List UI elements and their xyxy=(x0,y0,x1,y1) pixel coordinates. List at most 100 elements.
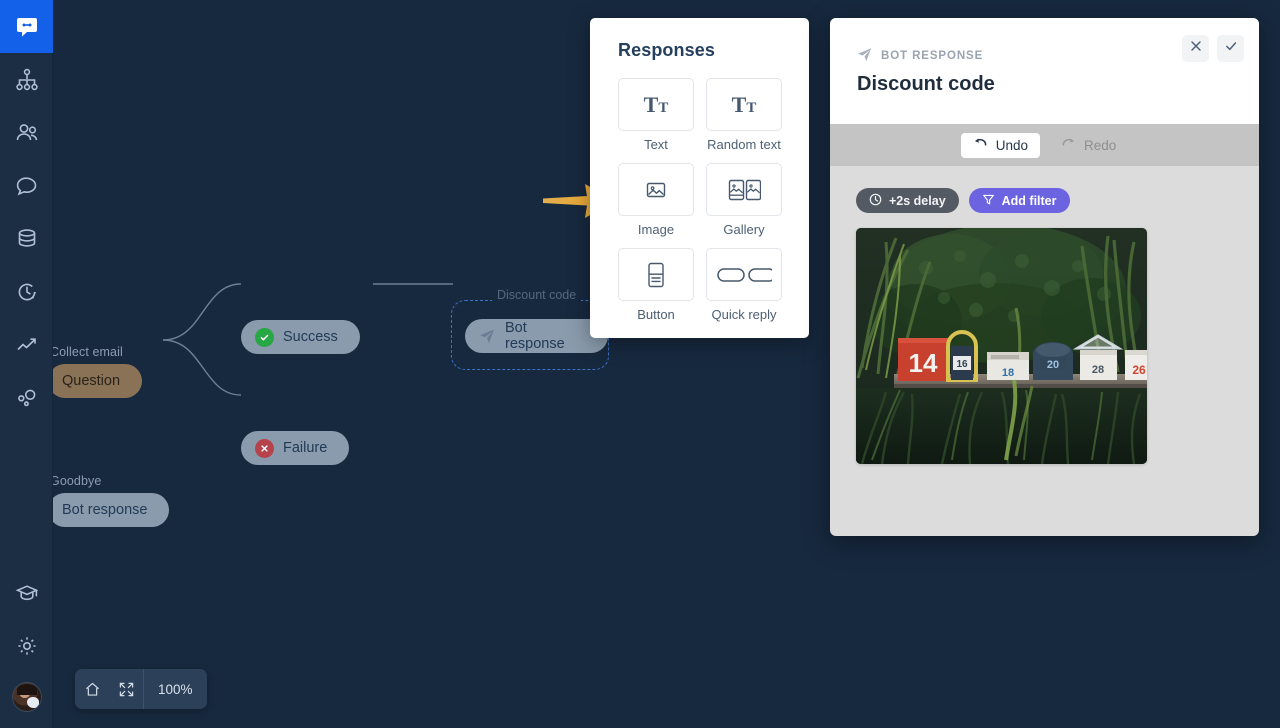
breadcrumb-label: BOT RESPONSE xyxy=(881,50,984,62)
response-type-gallery[interactable]: Gallery xyxy=(706,163,782,237)
sidebar-nav-bottom xyxy=(0,566,53,722)
failure-cross-icon xyxy=(255,438,274,458)
undo-button[interactable]: Undo xyxy=(960,132,1040,158)
speech-bubble-icon xyxy=(14,173,40,199)
sidebar-item-settings[interactable] xyxy=(0,619,53,672)
chat-logo-icon xyxy=(14,14,40,40)
redo-arrow-icon xyxy=(1061,137,1076,153)
node-pill-bot-response[interactable]: Bot response xyxy=(465,319,608,353)
node-pill-label: Success xyxy=(283,329,338,345)
sidebar-item-data[interactable] xyxy=(0,212,53,265)
zoom-level-value[interactable]: 100% xyxy=(143,669,207,709)
mailboxes-photo[interactable]: 14 16 18 20 28 26 xyxy=(856,228,1147,464)
response-type-quick-reply[interactable]: Quick reply xyxy=(706,248,782,322)
node-failure[interactable]: Failure xyxy=(241,431,350,465)
response-type-random-text[interactable]: TT Random text xyxy=(706,78,782,152)
redo-label: Redo xyxy=(1084,137,1117,153)
sidebar-item-analytics[interactable] xyxy=(0,318,53,371)
chips-row: +2s delay Add filter xyxy=(856,188,1233,213)
response-type-label: Random text xyxy=(707,137,781,152)
accept-button[interactable] xyxy=(1217,35,1244,62)
button-icon xyxy=(618,248,694,301)
node-pill-bot-response[interactable]: Bot response xyxy=(53,493,170,527)
page-title: Discount code xyxy=(857,73,995,95)
sidebar-item-academy[interactable] xyxy=(0,566,53,619)
node-pill-success[interactable]: Success xyxy=(241,320,360,354)
avatar[interactable] xyxy=(0,672,53,722)
edit-panel-header: BOT RESPONSE Discount code xyxy=(830,18,1259,124)
left-sidebar xyxy=(0,0,53,728)
success-check-icon xyxy=(255,327,274,347)
trend-up-icon xyxy=(14,332,40,358)
close-button[interactable] xyxy=(1182,35,1209,62)
quick-reply-icon xyxy=(706,248,782,301)
node-collect-email[interactable]: Collect email Question xyxy=(53,345,143,398)
text-icon: TT xyxy=(618,78,694,131)
node-pill-label: Bot response xyxy=(62,502,148,518)
svg-text:16: 16 xyxy=(956,359,968,370)
undo-label: Undo xyxy=(995,137,1028,153)
image-icon xyxy=(618,163,694,216)
close-icon xyxy=(1189,39,1203,58)
undo-arrow-icon xyxy=(973,137,988,153)
undo-redo-toolbar: Undo Redo xyxy=(830,124,1259,166)
gallery-icon xyxy=(706,163,782,216)
node-success[interactable]: Success xyxy=(241,320,360,354)
edit-panel-body: +2s delay Add filter 14 16 18 20 28 26 xyxy=(830,166,1259,464)
paper-plane-icon xyxy=(479,328,495,344)
node-pill-question[interactable]: Question xyxy=(53,364,143,398)
node-pill-failure[interactable]: Failure xyxy=(241,431,350,465)
response-type-label: Quick reply xyxy=(711,307,777,322)
node-pill-label: Question xyxy=(62,373,121,389)
sidebar-nav-top xyxy=(0,0,53,424)
app-root: Collect email Question Success Failure G… xyxy=(0,0,1280,728)
node-group-label: Discount code xyxy=(492,288,582,302)
funnel-icon xyxy=(982,193,995,209)
response-type-text[interactable]: TT Text xyxy=(618,78,694,152)
bot-response-edit-panel: BOT RESPONSE Discount code Undo Redo +2s… xyxy=(830,18,1259,536)
sidebar-item-integrations[interactable] xyxy=(0,371,53,424)
sidebar-item-chats[interactable] xyxy=(0,159,53,212)
database-icon xyxy=(14,226,40,252)
panel-title: Responses xyxy=(618,40,715,60)
svg-text:28: 28 xyxy=(1092,364,1104,376)
node-group-label: Collect email xyxy=(53,345,123,359)
home-icon[interactable] xyxy=(75,669,109,709)
responses-grid: TT Text TT Random text Image Gallery But… xyxy=(618,78,809,322)
node-group-label: Goodbye xyxy=(53,474,102,488)
sitemap-icon xyxy=(14,67,40,93)
node-goodbye[interactable]: Goodbye Bot response xyxy=(53,474,170,527)
redo-button[interactable]: Redo xyxy=(1049,133,1128,158)
clock-icon xyxy=(869,193,882,209)
users-icon xyxy=(14,120,40,146)
sidebar-item-chat[interactable] xyxy=(0,0,53,53)
add-filter-label: Add filter xyxy=(1001,193,1057,208)
check-icon xyxy=(1224,39,1238,58)
response-type-label: Button xyxy=(637,307,675,322)
response-type-image[interactable]: Image xyxy=(618,163,694,237)
avatar-image xyxy=(12,683,41,711)
gear-icon xyxy=(14,633,40,659)
svg-text:26: 26 xyxy=(1132,363,1146,377)
response-type-label: Gallery xyxy=(723,222,765,237)
fit-screen-icon[interactable] xyxy=(109,669,143,709)
node-pill-label: Bot response xyxy=(505,320,565,352)
response-type-button[interactable]: Button xyxy=(618,248,694,322)
add-filter-chip[interactable]: Add filter xyxy=(968,188,1070,213)
node-pill-label: Failure xyxy=(283,440,328,456)
delay-chip-label: +2s delay xyxy=(889,193,946,208)
paper-plane-icon xyxy=(857,47,872,65)
zoom-toolbar: 100% xyxy=(75,669,207,709)
response-type-label: Image xyxy=(637,222,675,237)
sidebar-item-users[interactable] xyxy=(0,106,53,159)
node-discount-code-selected[interactable]: Discount code Bot response xyxy=(451,288,609,370)
integrations-icon xyxy=(14,385,40,411)
random-text-icon: TT xyxy=(706,78,782,131)
clock-history-icon xyxy=(14,279,40,305)
sidebar-item-bots[interactable] xyxy=(0,53,53,106)
delay-chip[interactable]: +2s delay xyxy=(856,188,959,213)
response-type-label: Text xyxy=(644,137,668,152)
sidebar-item-history[interactable] xyxy=(0,265,53,318)
svg-text:20: 20 xyxy=(1047,359,1059,371)
svg-text:18: 18 xyxy=(1002,367,1014,379)
